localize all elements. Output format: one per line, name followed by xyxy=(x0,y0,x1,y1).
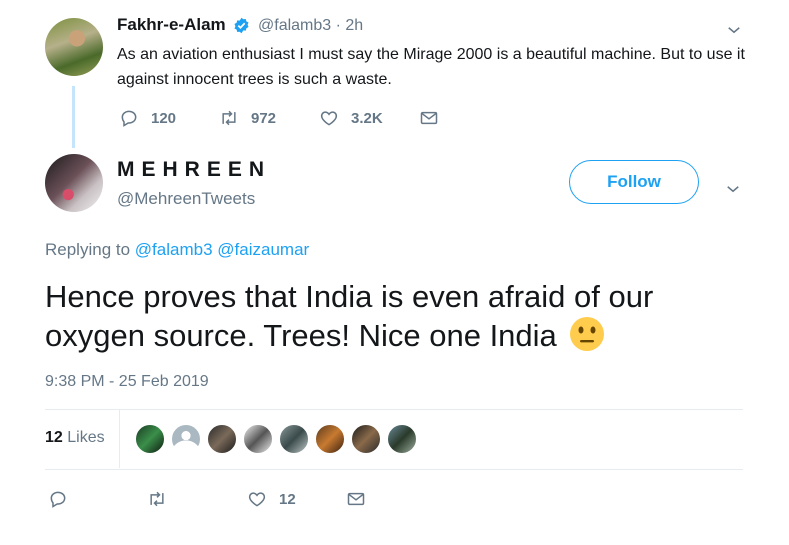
likes-number: 12 xyxy=(45,429,63,446)
neutral-face-emoji xyxy=(570,317,605,351)
thread-line xyxy=(72,86,75,148)
reply-icon xyxy=(50,491,66,508)
like-button[interactable]: 3.2K xyxy=(319,108,383,128)
liker-avatar[interactable] xyxy=(350,423,382,455)
mention-link-falamb3[interactable]: @falamb3 xyxy=(135,240,213,259)
chevron-down-icon[interactable] xyxy=(725,21,743,39)
likes-label: Likes xyxy=(67,429,105,446)
like-icon xyxy=(320,111,338,126)
retweet-icon xyxy=(150,491,164,507)
liker-avatar[interactable] xyxy=(206,423,238,455)
verified-icon xyxy=(234,17,249,34)
liker-avatar[interactable] xyxy=(278,423,310,455)
like-icon xyxy=(248,492,266,507)
liker-avatar[interactable] xyxy=(314,423,346,455)
liker-avatar[interactable] xyxy=(170,423,202,455)
main-tweet-text: Hence proves that India is even afraid o… xyxy=(45,278,745,355)
main-tweet-text-content: Hence proves that India is even afraid o… xyxy=(45,279,654,353)
main-author-handle[interactable]: @MehreenTweets xyxy=(117,189,255,209)
divider xyxy=(45,469,743,470)
reply-icon xyxy=(121,110,137,127)
liker-avatar[interactable] xyxy=(386,423,418,455)
retweet-count: 972 xyxy=(251,109,277,127)
retweet-button[interactable]: 972 xyxy=(219,108,276,128)
likers-avatars xyxy=(134,423,422,455)
parent-tweet-text: As an aviation enthusiast I must say the… xyxy=(117,46,745,88)
avatar-fakhr-e-alam[interactable] xyxy=(45,18,103,76)
liker-avatar[interactable] xyxy=(242,423,274,455)
message-button[interactable] xyxy=(346,489,378,509)
avatar-mehreen[interactable] xyxy=(45,154,103,212)
reply-button[interactable] xyxy=(48,489,80,509)
reply-button[interactable]: 120 xyxy=(119,108,176,128)
message-icon xyxy=(347,492,365,506)
replying-to: Replying to @falamb3 @faizaumar xyxy=(45,240,309,260)
retweet-button[interactable] xyxy=(147,489,179,509)
likes-count-link[interactable]: 12 Likes xyxy=(45,429,105,447)
main-author-name[interactable]: MEHREEN xyxy=(117,158,271,182)
parent-author-name[interactable]: Fakhr-e-Alam xyxy=(117,15,226,35)
message-button[interactable] xyxy=(419,108,451,128)
replying-to-label: Replying to xyxy=(45,240,131,259)
divider-vertical xyxy=(119,410,120,468)
message-icon xyxy=(420,111,438,125)
like-button[interactable]: 12 xyxy=(247,489,296,509)
reply-count: 120 xyxy=(151,109,177,127)
parent-handle-time[interactable]: @falamb3 · 2h xyxy=(258,17,363,35)
like-count: 3.2K xyxy=(351,109,383,127)
retweet-icon xyxy=(222,110,236,126)
chevron-down-icon[interactable] xyxy=(724,180,742,198)
follow-button[interactable]: Follow xyxy=(569,160,699,204)
like-count: 12 xyxy=(279,490,296,508)
tweet-timestamp[interactable]: 9:38 PM - 25 Feb 2019 xyxy=(45,373,209,391)
liker-avatar[interactable] xyxy=(134,423,166,455)
divider xyxy=(45,409,743,410)
mention-link-faizaumar[interactable]: @faizaumar xyxy=(217,240,309,259)
